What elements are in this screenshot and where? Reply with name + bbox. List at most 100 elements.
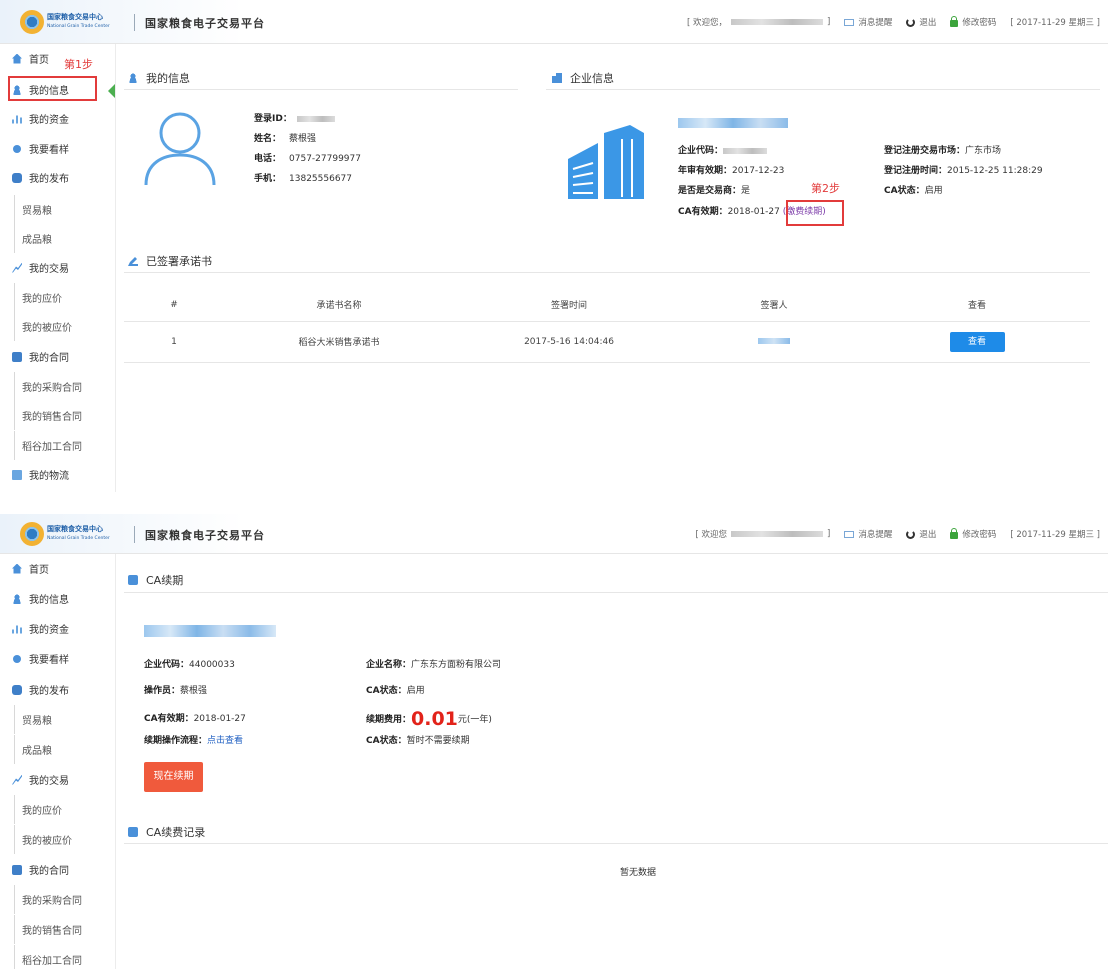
sidebar-item-logistics[interactable]: 我的物流 [0, 460, 116, 489]
sidebar-item-trade-grain[interactable]: 贸易粮 [0, 705, 116, 734]
header-divider [134, 526, 135, 543]
sidebar-item-finished-grain[interactable]: 成品粮 [0, 224, 116, 253]
sidebar-item-purchase-contracts[interactable]: 我的采购合同 [0, 885, 116, 914]
ca-renew-divider [124, 592, 1108, 593]
name-row: 姓名： 蔡根强 [254, 134, 317, 144]
sidebar-item-purchase-contracts[interactable]: 我的采购合同 [0, 372, 116, 401]
ca-operator-row: 操作员：蔡根强 [144, 686, 208, 696]
sidebar-item-trade-grain[interactable]: 贸易粮 [0, 195, 116, 224]
masked-company-code [723, 147, 768, 154]
col-name: 承诺书名称 [316, 301, 362, 312]
step1-highlight-box [8, 76, 97, 101]
home-icon [12, 53, 22, 64]
step2-label: 第2步 [811, 182, 840, 195]
col-index: # [170, 299, 178, 310]
col-signer: 签署人 [760, 301, 788, 312]
company-info-title: 企业信息 [552, 70, 614, 86]
platform-title: 国家粮食电子交易平台 [145, 17, 265, 30]
bar-chart-icon [12, 625, 22, 634]
sidebar-item-my-trades[interactable]: 我的交易 [0, 253, 116, 282]
fee-amount: 0.01 [411, 708, 458, 730]
promise-table: # 承诺书名称 签署时间 签署人 查看 1 稻谷大米销售承诺书 2017-5-1… [124, 289, 1090, 363]
step1-label: 第1步 [64, 58, 93, 71]
reg-time-row: 登记注册时间：2015-12-25 11:28:29 [884, 166, 1043, 176]
masked-username [730, 531, 823, 537]
sidebar-item-home[interactable]: 首页 [0, 44, 116, 73]
sidebar-item-my-bids[interactable]: 我的应价 [0, 795, 116, 824]
ca-valid-row: CA有效期：2018-01-27 [144, 714, 246, 724]
row-view: 查看 [864, 321, 1090, 362]
sample-icon [13, 654, 21, 663]
mobile-row: 手机： 13825556677 [254, 174, 353, 184]
ca-status2-row: CA状态：暂时不需要续期 [366, 736, 470, 746]
sidebar-item-my-trades[interactable]: 我的交易 [0, 765, 116, 794]
masked-login-id [296, 115, 335, 122]
flow-view-link[interactable]: 点击查看 [207, 736, 243, 746]
welcome-text: [ 欢迎您，] [686, 17, 831, 28]
renew-now-button[interactable]: 现在续期 [144, 762, 203, 792]
sidebar-item-bids-received[interactable]: 我的被应价 [0, 312, 116, 341]
is-trader-row: 是否是交易商：是 [678, 186, 751, 196]
avatar-icon [144, 112, 216, 186]
phone-row: 电话： 0757-27799977 [254, 154, 361, 164]
sidebar-item-my-funds[interactable]: 我的资金 [0, 104, 116, 133]
logo-emblem-icon [20, 522, 44, 546]
sidebar-item-sales-contracts[interactable]: 我的销售合同 [0, 401, 116, 430]
trade-icon [12, 262, 22, 273]
change-password-link[interactable]: 修改密码 [950, 528, 996, 540]
promise-title: 已签署承诺书 [128, 253, 212, 269]
ca-flow-row: 续期操作流程：点击查看 [144, 736, 244, 746]
sidebar-item-my-publish[interactable]: 我的发布 [0, 163, 116, 192]
sidebar-item-my-contracts[interactable]: 我的合同 [0, 342, 116, 371]
sidebar-item-my-publish[interactable]: 我的发布 [0, 675, 116, 704]
sidebar-item-processing-contracts[interactable]: 稻谷加工合同 [0, 945, 116, 969]
sidebar-item-bids-received[interactable]: 我的被应价 [0, 825, 116, 854]
date-display: [ 2017-11-29 星期三 ] [1010, 530, 1100, 540]
masked-username [730, 19, 823, 25]
sidebar-item-my-bids[interactable]: 我的应价 [0, 283, 116, 312]
my-info-divider [124, 89, 518, 90]
sidebar-item-my-funds[interactable]: 我的资金 [0, 614, 116, 643]
sidebar-item-home[interactable]: 首页 [0, 554, 116, 583]
logo[interactable]: 国家粮食交易中心 National Grain Trade Center [20, 9, 110, 35]
table-row: 1 稻谷大米销售承诺书 2017-5-16 14:04:46 查看 [124, 321, 1090, 362]
home-icon [12, 563, 22, 574]
logout-link[interactable]: 退出 [906, 16, 936, 28]
sidebar-item-my-info[interactable]: 我的信息 [0, 584, 116, 613]
promise-table-header: # 承诺书名称 签署时间 签署人 查看 [124, 289, 1090, 321]
message-link[interactable]: 消息提醒 [844, 528, 892, 540]
ca-company-row: 企业名称：广东东方面粉有限公司 [366, 660, 502, 670]
ca-records-divider [124, 843, 1108, 844]
ca-icon [128, 827, 138, 837]
view-button[interactable]: 查看 [949, 331, 1005, 352]
market-row: 登记注册交易市场：广东市场 [884, 146, 1002, 156]
header-divider [134, 14, 135, 31]
change-password-link[interactable]: 修改密码 [950, 16, 996, 28]
contract-icon [12, 351, 22, 362]
masked-company-name [678, 118, 788, 128]
logo[interactable]: 国家粮食交易中心 National Grain Trade Center [20, 521, 110, 547]
promise-name-link[interactable]: 稻谷大米销售承诺书 [224, 321, 454, 362]
promise-divider [124, 272, 1090, 273]
row-index: 1 [171, 336, 177, 347]
ca-icon [128, 575, 138, 585]
ca-fee-row: 续期费用：0.01元(一年) [366, 708, 492, 730]
logo-cn: 国家粮食交易中心 [47, 13, 103, 21]
empty-records-text: 暂无数据 [620, 868, 657, 878]
building-icon [552, 73, 562, 83]
screenshot-my-info: 国家粮食交易中心 National Grain Trade Center 国家粮… [0, 0, 1108, 492]
sidebar-item-my-contracts[interactable]: 我的合同 [0, 855, 116, 884]
ca-code-row: 企业代码：44000033 [144, 660, 235, 670]
sidebar-item-sales-contracts[interactable]: 我的销售合同 [0, 915, 116, 944]
logout-link[interactable]: 退出 [906, 528, 936, 540]
sidebar-item-samples[interactable]: 我要看样 [0, 134, 116, 163]
masked-company-banner [144, 625, 276, 637]
message-link[interactable]: 消息提醒 [844, 16, 892, 28]
sidebar-item-processing-contracts[interactable]: 稻谷加工合同 [0, 431, 116, 460]
top-header: 国家粮食交易中心 National Grain Trade Center 国家粮… [0, 514, 1108, 554]
masked-signer [758, 338, 790, 344]
logo-emblem-icon [20, 10, 44, 34]
logo-cn: 国家粮食交易中心 [47, 525, 103, 533]
sidebar-item-samples[interactable]: 我要看样 [0, 644, 116, 673]
sidebar-item-finished-grain[interactable]: 成品粮 [0, 735, 116, 764]
